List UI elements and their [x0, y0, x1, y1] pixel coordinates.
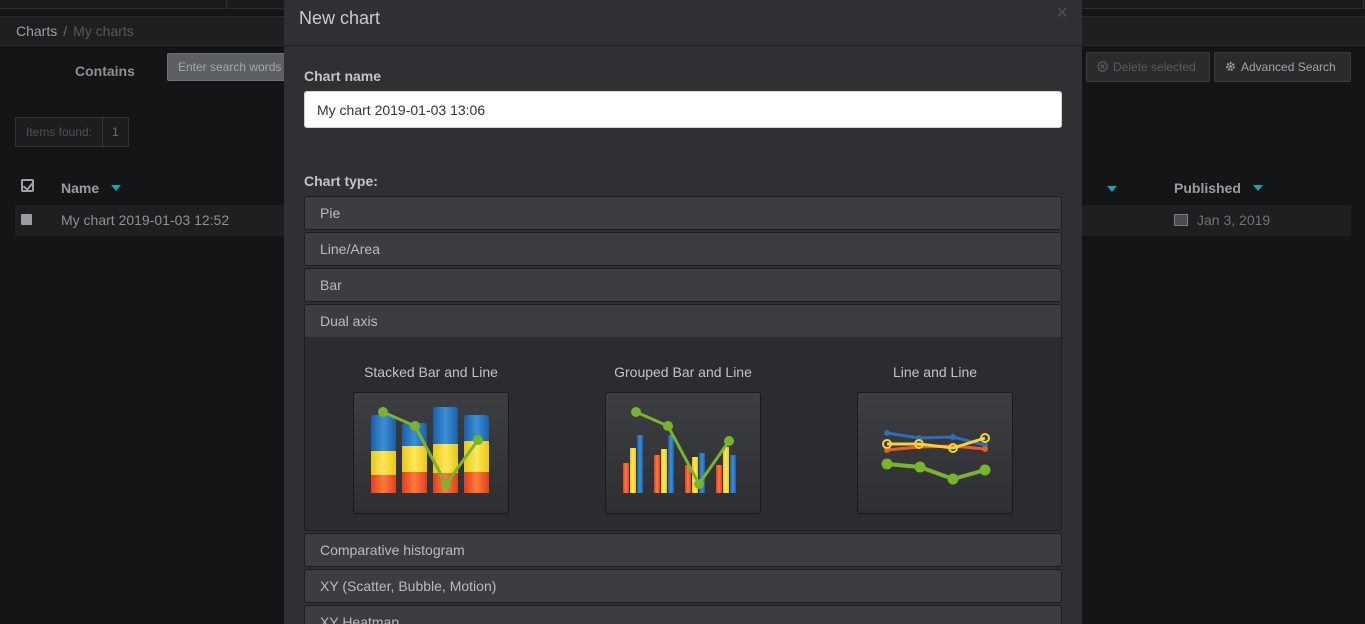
variant-label: Stacked Bar and Line [364, 364, 498, 380]
top-strip-segment [0, 0, 227, 9]
image-icon [1174, 214, 1188, 226]
items-found-badge: Items found: 1 [15, 117, 129, 147]
column-header-name[interactable]: Name [61, 180, 122, 196]
grouped-bar-line-icon [623, 407, 736, 493]
top-strip-segment [1082, 0, 1364, 9]
grouped-bar-line-thumbnail[interactable] [605, 392, 761, 514]
line-line-icon [881, 430, 991, 485]
breadcrumb-charts-link[interactable]: Charts [16, 23, 57, 39]
stacked-bar-line-thumbnail[interactable] [353, 392, 509, 514]
search-label: Contains [75, 63, 135, 79]
dialog-title: New chart [299, 8, 381, 28]
chart-type-xy-heatmap[interactable]: XY Heatmap [304, 605, 1062, 624]
caret-down-icon[interactable] [1107, 186, 1117, 192]
items-found-count: 1 [112, 125, 119, 139]
caret-down-icon [111, 185, 122, 192]
caret-down-icon [1252, 185, 1263, 192]
chart-name-input[interactable] [304, 91, 1062, 128]
stacked-bar-line-icon [371, 407, 489, 493]
circle-x-icon [1097, 61, 1108, 72]
row-published-date: Jan 3, 2019 [1197, 212, 1271, 228]
chart-type-xy-scatter[interactable]: XY (Scatter, Bubble, Motion) [304, 569, 1062, 603]
chart-type-label: Chart type: [304, 173, 378, 189]
dual-axis-panel: Stacked Bar and Line Grouped Bar and Lin… [304, 337, 1062, 531]
breadcrumb-current: My charts [73, 23, 134, 39]
advanced-search-button[interactable]: Advanced Search [1214, 52, 1351, 82]
breadcrumb-separator: / [63, 23, 68, 39]
variant-label: Grouped Bar and Line [614, 364, 752, 380]
items-found-label: Items found: [16, 118, 104, 146]
chart-type-bar[interactable]: Bar [304, 268, 1062, 302]
new-chart-dialog: New chart × Chart name Chart type: Pie L… [284, 0, 1082, 624]
variant-line-and-line[interactable]: Line and Line [857, 364, 1013, 514]
row-checkbox[interactable] [21, 214, 32, 225]
chart-type-line-area[interactable]: Line/Area [304, 232, 1062, 266]
column-header-published[interactable]: Published [1174, 180, 1263, 196]
chart-name-label: Chart name [304, 68, 382, 84]
delete-selected-button[interactable]: Delete selected [1086, 52, 1210, 82]
check-square-icon[interactable] [21, 179, 34, 192]
variant-label: Line and Line [892, 364, 978, 380]
chart-type-dual-axis[interactable]: Dual axis [304, 304, 1062, 338]
top-strip-segment [227, 0, 287, 9]
row-name[interactable]: My chart 2019-01-03 12:52 [61, 205, 229, 236]
line-line-thumbnail[interactable] [857, 392, 1013, 514]
delete-selected-label: Delete selected [1113, 60, 1196, 74]
advanced-search-label: Advanced Search [1241, 60, 1336, 74]
variant-grouped-bar-and-line[interactable]: Grouped Bar and Line [605, 364, 761, 514]
dialog-header: New chart × [284, 0, 1082, 46]
column-published-label: Published [1174, 180, 1241, 196]
chart-type-comparative-histogram[interactable]: Comparative histogram [304, 533, 1062, 567]
column-name-label: Name [61, 180, 100, 196]
gear-icon [1226, 62, 1235, 71]
close-icon[interactable]: × [1056, 2, 1068, 25]
variant-stacked-bar-and-line[interactable]: Stacked Bar and Line [353, 364, 509, 514]
chart-type-pie[interactable]: Pie [304, 196, 1062, 230]
